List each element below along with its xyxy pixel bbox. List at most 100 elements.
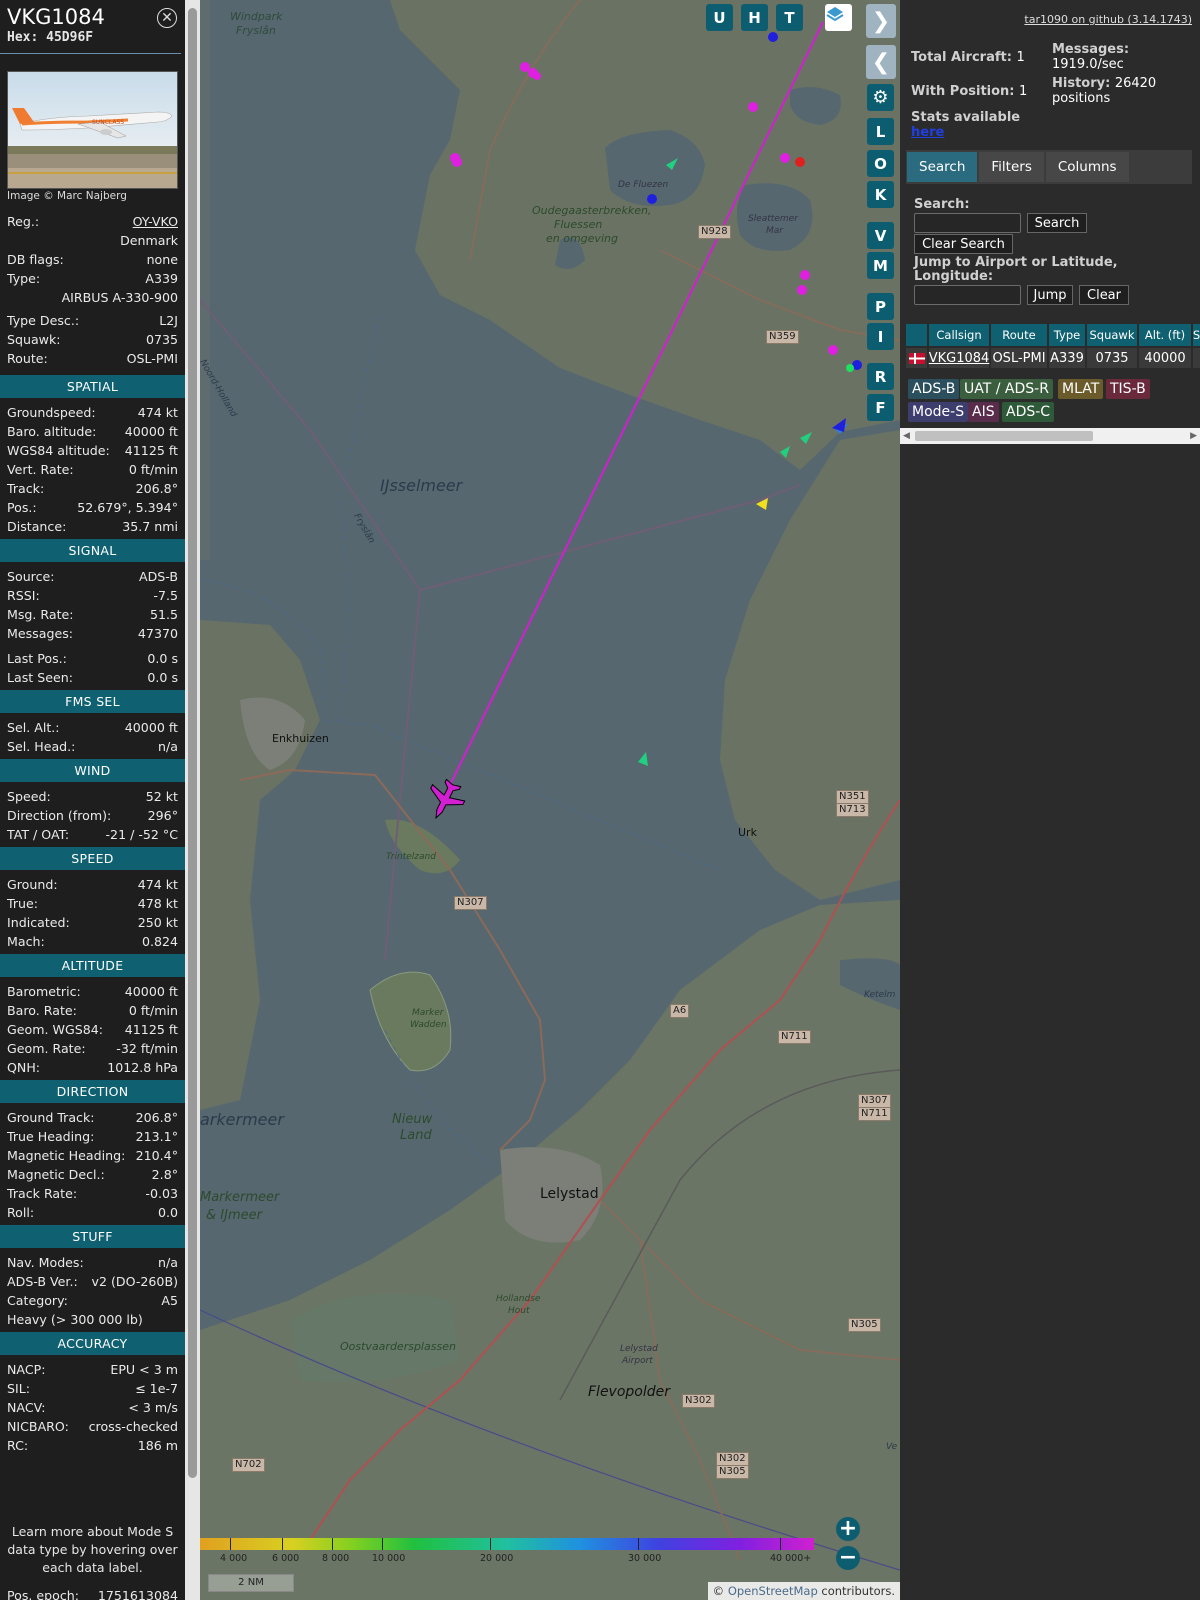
- tab-columns[interactable]: Columns: [1045, 152, 1129, 182]
- table-scrollbar-thumb[interactable]: [915, 431, 1093, 441]
- section-header-speed[interactable]: SPEED: [0, 847, 185, 870]
- table-header-flag[interactable]: [906, 324, 927, 346]
- info-row: NACV: < 3 m/s: [7, 1400, 178, 1415]
- table-header-callsign[interactable]: Callsign: [929, 324, 989, 346]
- info-row: RC: 186 m: [7, 1438, 178, 1453]
- info-note: Learn more about Mode S data type by hov…: [7, 1524, 178, 1575]
- github-link[interactable]: tar1090 on github (3.14.1743): [1024, 13, 1192, 26]
- collapse-sidebar-button[interactable]: ❮: [866, 45, 896, 79]
- map-label-fluezen1: De Fluezen: [618, 180, 669, 190]
- info-row: NACP: EPU < 3 m: [7, 1362, 178, 1377]
- map-button-r[interactable]: R: [867, 363, 894, 390]
- stats-available: Stats available here: [911, 110, 1021, 140]
- section-header-wind[interactable]: WIND: [0, 759, 185, 782]
- aircraft-header: VKG1084 Hex: 45D96F ✕: [0, 0, 181, 54]
- source-legend-item: ADS-C: [1002, 402, 1055, 422]
- settings-button[interactable]: ⚙: [867, 84, 894, 111]
- pos-epoch-row: Pos. epoch: 1751613084: [7, 1588, 178, 1600]
- table-horizontal-scrollbar[interactable]: ◀ ▶: [900, 428, 1200, 444]
- osm-link[interactable]: OpenStreetMap: [728, 1584, 818, 1598]
- map-label-ve: Ve: [886, 1442, 898, 1452]
- expand-sidebar-button[interactable]: ❯: [866, 4, 896, 38]
- section-header-signal[interactable]: SIGNAL: [0, 539, 185, 562]
- info-row: QNH: 1012.8 hPa: [7, 1060, 178, 1075]
- table-header-speed[interactable]: S: [1193, 324, 1200, 346]
- map-label-markerwadden1: Marker: [412, 1008, 444, 1018]
- map-label-ijsselmeer: IJsselmeer: [380, 476, 463, 495]
- section-header-altitude[interactable]: ALTITUDE: [0, 954, 185, 977]
- table-cell-route[interactable]: OSL-PMI: [991, 348, 1047, 368]
- info-panel-scrollbar-thumb[interactable]: [188, 8, 197, 1478]
- map-view[interactable]: Windpark Fryslân Oudegaasterbrekken, Fluess…: [200, 0, 900, 1600]
- map-button-h[interactable]: H: [741, 4, 768, 31]
- table-cell-callsign[interactable]: VKG1084: [929, 348, 989, 368]
- map-button-o[interactable]: O: [867, 150, 894, 177]
- map-button-m[interactable]: M: [867, 252, 894, 279]
- map-label-trintelzand: Trintelzand: [386, 852, 436, 862]
- map-label-markermeerij1: Markermeer: [200, 1190, 280, 1205]
- road-label: N713: [836, 803, 869, 817]
- search-button[interactable]: Search: [1027, 213, 1087, 233]
- zoom-out-button[interactable]: −: [836, 1546, 860, 1570]
- info-row: Baro. Rate: 0 ft/min: [7, 1003, 178, 1018]
- info-row: TAT / OAT: -21 / -52 °C: [7, 827, 178, 842]
- aircraft-photo[interactable]: SUNCLASS: [7, 71, 178, 189]
- gear-icon: ⚙: [872, 87, 889, 108]
- table-cell-squawk[interactable]: 0735: [1087, 348, 1137, 368]
- search-input[interactable]: [914, 213, 1021, 233]
- altitude-tick-label: 8 000: [322, 1553, 350, 1564]
- info-row: Msg. Rate: 51.5: [7, 607, 178, 622]
- info-row: Geom. WGS84: 41125 ft: [7, 1022, 178, 1037]
- map-label-enkhuizen: Enkhuizen: [272, 732, 329, 745]
- tab-search[interactable]: Search: [907, 152, 978, 182]
- close-icon[interactable]: ✕: [157, 8, 177, 28]
- jump-label: Jump to Airport or Latitude, Longitude:: [914, 255, 1118, 284]
- map-button-v[interactable]: V: [867, 222, 894, 249]
- section-header-stuff[interactable]: STUFF: [0, 1225, 185, 1248]
- section-header-accuracy[interactable]: ACCURACY: [0, 1332, 185, 1355]
- map-button-p[interactable]: P: [867, 293, 894, 320]
- info-row: True Heading: 213.1°: [7, 1129, 178, 1144]
- map-label-ketelmeer: Ketelm: [864, 990, 896, 1000]
- info-row: SIL: ≤ 1e-7: [7, 1381, 178, 1396]
- clear-search-button[interactable]: Clear Search: [914, 234, 1013, 254]
- map-button-f[interactable]: F: [867, 394, 894, 421]
- map-label-hollandsehout2: Hout: [508, 1306, 530, 1316]
- altitude-tick-label: 6 000: [272, 1553, 300, 1564]
- map-button-t[interactable]: T: [776, 4, 803, 31]
- section-header-spatial[interactable]: SPATIAL: [0, 375, 185, 398]
- table-cell-altitude[interactable]: 40000: [1139, 348, 1191, 368]
- clear-jump-button[interactable]: Clear: [1079, 285, 1129, 305]
- scroll-right-icon[interactable]: ▶: [1190, 428, 1197, 444]
- altitude-tick: [382, 1538, 383, 1550]
- aircraft-info-panel: VKG1084 Hex: 45D96F ✕ SUNCLASS Image © M…: [0, 0, 185, 1600]
- zoom-in-button[interactable]: +: [836, 1517, 860, 1541]
- jump-input[interactable]: [914, 285, 1021, 305]
- stats-link[interactable]: here: [911, 125, 1020, 140]
- messages-stat: Messages: 1919.0/sec: [1052, 42, 1130, 72]
- table-cell-type[interactable]: A339: [1049, 348, 1085, 368]
- info-row: Indicated: 250 kt: [7, 915, 178, 930]
- layers-button[interactable]: [825, 4, 852, 31]
- section-header-fms-sel[interactable]: FMS SEL: [0, 690, 185, 713]
- table-header-type[interactable]: Type: [1049, 324, 1085, 346]
- scroll-left-icon[interactable]: ◀: [903, 428, 910, 444]
- tab-filters[interactable]: Filters: [979, 152, 1044, 182]
- table-cell-speed[interactable]: [1193, 348, 1200, 368]
- map-button-u[interactable]: U: [706, 4, 733, 31]
- info-row: Mach: 0.824: [7, 934, 178, 949]
- callsign-title: VKG1084: [7, 5, 105, 29]
- table-header-altitude[interactable]: Alt. (ft): [1139, 324, 1191, 346]
- map-button-l[interactable]: L: [867, 118, 894, 145]
- map-button-k[interactable]: K: [867, 181, 894, 208]
- section-header-direction[interactable]: DIRECTION: [0, 1080, 185, 1103]
- table-header-route[interactable]: Route: [991, 324, 1047, 346]
- table-header-squawk[interactable]: Squawk: [1087, 324, 1137, 346]
- info-row: Magnetic Heading: 210.4°: [7, 1148, 178, 1163]
- map-label-flevopolder: Flevopolder: [588, 1384, 671, 1400]
- map-label-fryslan: Fryslân: [236, 24, 276, 37]
- info-row: Barometric: 40000 ft: [7, 984, 178, 999]
- map-button-i[interactable]: I: [867, 323, 894, 350]
- map-label-lelystadap2: Airport: [622, 1356, 653, 1366]
- jump-button[interactable]: Jump: [1027, 285, 1073, 305]
